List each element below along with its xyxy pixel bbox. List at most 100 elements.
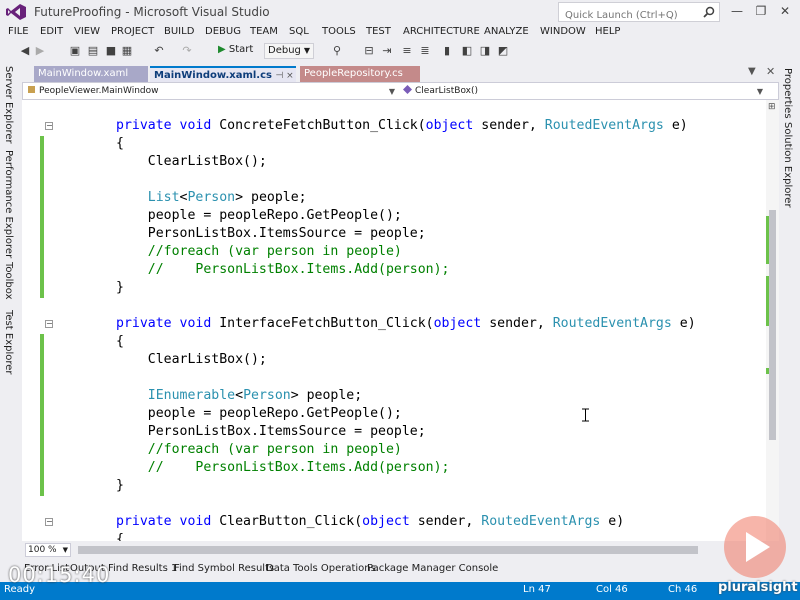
status-char: Ch 46: [668, 584, 698, 595]
code-line[interactable]: ClearListBox();: [116, 154, 267, 169]
editor-bottom-bar: 100 % ▼: [22, 541, 779, 559]
tab-mainwindow-xaml-cs[interactable]: MainWindow.xaml.cs ⊣ ×: [150, 66, 296, 82]
i-beam-cursor-icon: [582, 408, 589, 422]
code-line[interactable]: private void ConcreteFetchButton_Click(o…: [116, 118, 688, 133]
menu-team[interactable]: TEAM: [250, 26, 278, 37]
class-icon: [28, 86, 35, 93]
menu-test[interactable]: TEST: [366, 26, 391, 37]
zoom-dropdown[interactable]: 100 % ▼: [25, 543, 71, 557]
find-in-files-icon[interactable]: ⚲: [330, 44, 344, 58]
menu-help[interactable]: HELP: [595, 26, 620, 37]
member-value: ClearListBox(): [415, 86, 479, 96]
menu-project[interactable]: PROJECT: [111, 26, 154, 37]
data-tools-operations-tab[interactable]: Data Tools Operations: [266, 563, 376, 574]
code-line[interactable]: }: [116, 478, 124, 493]
new-project-icon[interactable]: ▣: [68, 44, 82, 58]
menu-view[interactable]: VIEW: [74, 26, 100, 37]
search-icon[interactable]: [703, 6, 715, 18]
solution-configuration-dropdown[interactable]: Debug ▼: [264, 43, 314, 59]
redo-icon[interactable]: ↷: [180, 44, 194, 58]
tab-pin-close-icon[interactable]: ⊣ ×: [275, 71, 293, 81]
horizontal-scrollbar-thumb[interactable]: [78, 546, 698, 554]
save-all-icon[interactable]: ▦: [120, 44, 134, 58]
undo-icon[interactable]: ↶: [152, 44, 166, 58]
code-line[interactable]: //foreach (var person in people): [116, 442, 402, 457]
menu-tools[interactable]: TOOLS: [322, 26, 356, 37]
comment-icon[interactable]: ≡: [400, 44, 414, 58]
code-line[interactable]: private void ClearButton_Click(object se…: [116, 514, 624, 529]
find-results-tab[interactable]: Find Results 1: [108, 563, 177, 574]
config-value: Debug: [268, 45, 301, 56]
open-file-icon[interactable]: ▤: [86, 44, 100, 58]
collapse-icon[interactable]: −: [45, 122, 53, 130]
save-icon[interactable]: ■: [104, 44, 118, 58]
play-button[interactable]: [724, 516, 786, 578]
quick-launch-box[interactable]: [558, 2, 720, 25]
tab-peoplerepository-cs[interactable]: PeopleRepository.cs: [300, 66, 420, 82]
bookmark-icon[interactable]: ▮: [440, 44, 454, 58]
maximize-button[interactable]: ❐: [748, 0, 774, 22]
code-line[interactable]: {: [116, 532, 124, 541]
split-icon[interactable]: ⊞: [768, 102, 776, 112]
menu-sql[interactable]: SQL: [289, 26, 309, 37]
left-tool-strip: Server Explorer Performance Explorer Too…: [0, 62, 20, 546]
prev-bookmark-icon[interactable]: ◧: [460, 44, 474, 58]
server-explorer-tab[interactable]: Server Explorer: [3, 66, 14, 144]
uncomment-icon[interactable]: ≣: [418, 44, 432, 58]
code-line[interactable]: {: [116, 136, 124, 151]
right-tool-strip: Properties Solution Explorer: [779, 62, 800, 546]
menu-window[interactable]: WINDOW: [540, 26, 586, 37]
next-bookmark-icon[interactable]: ◨: [478, 44, 492, 58]
collapse-icon[interactable]: −: [45, 518, 53, 526]
toolbox-tab[interactable]: Toolbox: [3, 262, 14, 300]
code-line[interactable]: PersonListBox.ItemsSource = people;: [116, 424, 426, 439]
code-line[interactable]: }: [116, 280, 124, 295]
scrollbar-thumb[interactable]: [769, 210, 776, 440]
menu-analyze[interactable]: ANALYZE: [484, 26, 529, 37]
find-symbol-results-tab[interactable]: Find Symbol Results: [174, 563, 274, 574]
forward-icon[interactable]: ▶: [33, 44, 47, 58]
code-line[interactable]: List<Person> people;: [116, 190, 307, 205]
code-line[interactable]: people = peopleRepo.GetPeople();: [116, 406, 402, 421]
performance-explorer-tab[interactable]: Performance Explorer: [3, 150, 14, 258]
clear-bookmarks-icon[interactable]: ◩: [496, 44, 510, 58]
menu-build[interactable]: BUILD: [164, 26, 194, 37]
close-icon[interactable]: ✕: [766, 65, 775, 78]
solution-explorer-tab[interactable]: Solution Explorer: [782, 122, 793, 208]
tab-overflow-icon[interactable]: ▼: [748, 66, 756, 77]
code-line[interactable]: PersonListBox.ItemsSource = people;: [116, 226, 426, 241]
zoom-value: 100 %: [28, 545, 57, 555]
code-line[interactable]: IEnumerable<Person> people;: [116, 388, 362, 403]
menu-architecture[interactable]: ARCHITECTURE: [403, 26, 480, 37]
member-dropdown[interactable]: ClearListBox() ▼: [403, 84, 765, 99]
collapse-icon[interactable]: −: [45, 320, 53, 328]
code-line[interactable]: people = peopleRepo.GetPeople();: [116, 208, 402, 223]
start-debugging-button[interactable]: ▶ Start: [218, 44, 253, 55]
indent-icon[interactable]: ⇥: [380, 44, 394, 58]
code-line[interactable]: ClearListBox();: [116, 352, 267, 367]
test-explorer-tab[interactable]: Test Explorer: [3, 310, 14, 375]
code-line[interactable]: // PersonListBox.Items.Add(person);: [116, 460, 450, 475]
class-dropdown[interactable]: PeopleViewer.MainWindow ▼: [27, 84, 397, 99]
minimize-button[interactable]: —: [724, 0, 750, 22]
attach-icon[interactable]: ⊟: [362, 44, 376, 58]
status-column: Col 46: [596, 584, 628, 595]
package-manager-console-tab[interactable]: Package Manager Console: [367, 563, 498, 574]
chevron-down-icon: ▼: [62, 546, 68, 554]
code-line[interactable]: //foreach (var person in people): [116, 244, 402, 259]
menu-edit[interactable]: EDIT: [40, 26, 63, 37]
menu-debug[interactable]: DEBUG: [205, 26, 241, 37]
code-line[interactable]: {: [116, 334, 124, 349]
back-icon[interactable]: ◀: [18, 44, 32, 58]
code-editor[interactable]: − − − private void ConcreteFetchButton_C…: [22, 100, 766, 541]
quick-launch-input[interactable]: [559, 6, 697, 25]
code-line[interactable]: private void InterfaceFetchButton_Click(…: [116, 316, 696, 331]
menu-file[interactable]: FILE: [8, 26, 29, 37]
vertical-scrollbar[interactable]: ⊞: [766, 100, 779, 541]
close-button[interactable]: ✕: [772, 0, 798, 22]
chevron-down-icon: ▼: [303, 46, 310, 55]
properties-tab[interactable]: Properties: [782, 68, 793, 119]
tab-mainwindow-xaml[interactable]: MainWindow.xaml: [34, 66, 148, 82]
chevron-down-icon: ▼: [388, 87, 395, 96]
code-line[interactable]: // PersonListBox.Items.Add(person);: [116, 262, 450, 277]
